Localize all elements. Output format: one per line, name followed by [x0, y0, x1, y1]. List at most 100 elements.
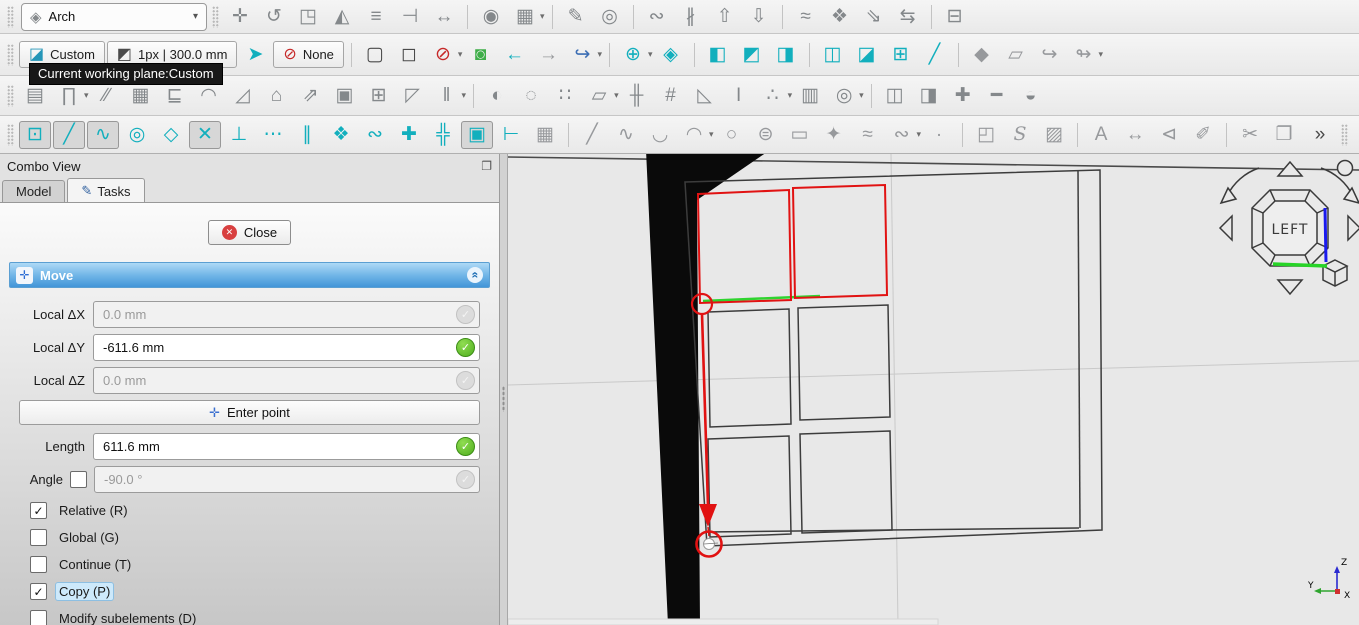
- add-component-icon[interactable]: ✚: [947, 82, 979, 110]
- section-plane-icon[interactable]: ◐: [481, 82, 513, 110]
- field-input[interactable]: [101, 306, 456, 323]
- 3d-viewport[interactable]: LEFT: [508, 154, 1359, 625]
- fence-icon[interactable]: #: [655, 82, 687, 110]
- box-selection-icon[interactable]: ◻: [393, 41, 425, 69]
- equipment-icon[interactable]: ▣: [329, 82, 361, 110]
- array-icon[interactable]: ▦: [509, 3, 541, 31]
- snap-center-icon[interactable]: ◎: [121, 121, 153, 149]
- checkbox-relativer[interactable]: ✓: [30, 502, 47, 519]
- scale-icon[interactable]: ◳: [292, 3, 324, 31]
- length-input[interactable]: [101, 438, 456, 455]
- rotate-icon[interactable]: ↺: [258, 3, 290, 31]
- remove-component-icon[interactable]: ━: [981, 82, 1013, 110]
- profile-icon[interactable]: I: [723, 82, 755, 110]
- apply-style-icon[interactable]: ➤: [239, 41, 271, 69]
- nav-back-icon[interactable]: ←: [498, 41, 530, 69]
- tab-model[interactable]: Model: [2, 180, 65, 202]
- panel-splitter[interactable]: [500, 154, 508, 625]
- zoom-icon[interactable]: ⊕: [617, 41, 649, 69]
- ellipse-icon[interactable]: ⊜: [750, 121, 782, 149]
- checkbox-globalg[interactable]: [30, 529, 47, 546]
- nav-cube-face-label[interactable]: LEFT: [1271, 222, 1308, 238]
- survey-icon[interactable]: ◒: [1015, 82, 1047, 110]
- upgrade-icon[interactable]: ⇧: [709, 3, 741, 31]
- toggle-grid-icon[interactable]: ▦: [529, 121, 561, 149]
- view-axonometric-icon[interactable]: ◈: [655, 41, 687, 69]
- material-icon[interactable]: ∴: [757, 82, 789, 110]
- group-icon[interactable]: ▱: [1000, 41, 1032, 69]
- drag-handle[interactable]: [212, 6, 219, 28]
- split-icon[interactable]: ∦: [675, 3, 707, 31]
- label-icon[interactable]: ⊲: [1153, 121, 1185, 149]
- hatch-icon[interactable]: ▨: [1038, 121, 1070, 149]
- curtain-wall-icon[interactable]: ▦: [125, 82, 157, 110]
- stairs-icon[interactable]: ∷: [549, 82, 581, 110]
- checkbox-copyp[interactable]: ✓: [30, 583, 47, 600]
- mirror-icon[interactable]: ◭: [326, 3, 358, 31]
- clone-icon[interactable]: ◉: [475, 3, 507, 31]
- wire-to-bspline-icon[interactable]: ≈: [790, 3, 822, 31]
- line-icon[interactable]: ╱: [576, 121, 608, 149]
- subelement-highlight-icon[interactable]: ◎: [594, 3, 626, 31]
- window-icon[interactable]: ⊞: [363, 82, 395, 110]
- measure-icon[interactable]: ╱: [919, 41, 951, 69]
- drag-handle[interactable]: [7, 6, 14, 28]
- fillet-icon[interactable]: ◡: [644, 121, 676, 149]
- snap-endpoint-icon[interactable]: ╱: [53, 121, 85, 149]
- snap-midpoint-icon[interactable]: ∿: [87, 121, 119, 149]
- snap-perpendicular-icon[interactable]: ⊥: [223, 121, 255, 149]
- link-navigate-icon[interactable]: ↪: [566, 41, 598, 69]
- point-icon[interactable]: ∙: [923, 121, 955, 149]
- view-top-icon[interactable]: ◩: [736, 41, 768, 69]
- view-left-icon[interactable]: ⊞: [885, 41, 917, 69]
- view-rear-icon[interactable]: ◫: [817, 41, 849, 69]
- angle-checkbox[interactable]: [70, 471, 87, 488]
- dimension-icon[interactable]: ↔: [1119, 121, 1151, 149]
- building-part-icon[interactable]: ⊑: [159, 82, 191, 110]
- checkbox-modifysubelementsd[interactable]: [30, 610, 47, 625]
- layer-icon[interactable]: ⊟: [939, 3, 971, 31]
- trimex-icon[interactable]: ⊣: [394, 3, 426, 31]
- cut-plane-icon[interactable]: ◫: [879, 82, 911, 110]
- field-input[interactable]: [101, 339, 456, 356]
- truss-icon[interactable]: ◺: [689, 82, 721, 110]
- building-plan-outline[interactable]: [685, 170, 1102, 546]
- space-icon[interactable]: ◌: [515, 82, 547, 110]
- arc-icon[interactable]: ◠: [678, 121, 710, 149]
- selection-view-icon[interactable]: ◙: [464, 41, 496, 69]
- workbench-selector[interactable]: ◈Arch▾: [21, 3, 207, 31]
- snap-special-icon[interactable]: ❖: [325, 121, 357, 149]
- collapse-panel-icon[interactable]: «: [467, 267, 483, 283]
- axis-icon[interactable]: ǁ: [431, 82, 463, 110]
- tab-tasks[interactable]: ✎Tasks: [67, 178, 144, 202]
- part-icon[interactable]: ◆: [966, 41, 998, 69]
- snap-grid-icon[interactable]: ╬: [427, 121, 459, 149]
- project-icon[interactable]: ◠: [193, 82, 225, 110]
- facebinder-icon[interactable]: ◰: [970, 121, 1002, 149]
- autogroup-button[interactable]: ⊘None: [273, 41, 343, 68]
- field-input[interactable]: [101, 372, 456, 389]
- bezier-icon[interactable]: ∾: [886, 121, 918, 149]
- snap-working-plane-icon[interactable]: ▣: [461, 121, 493, 149]
- panel-float-icon[interactable]: ❐: [481, 159, 492, 173]
- frame-icon[interactable]: ╫: [621, 82, 653, 110]
- flip-icon[interactable]: ⇆: [892, 3, 924, 31]
- black-wall-section[interactable]: [646, 154, 770, 625]
- wall-icon[interactable]: ▤: [19, 82, 51, 110]
- link-tools-icon[interactable]: ↬: [1068, 41, 1100, 69]
- macro-record-icon[interactable]: ●: [1353, 121, 1359, 149]
- shape-2dview-icon[interactable]: ❖: [824, 3, 856, 31]
- text-icon[interactable]: A: [1085, 121, 1117, 149]
- cut-line-icon[interactable]: ◨: [913, 82, 945, 110]
- drag-handle[interactable]: [1341, 124, 1348, 146]
- annotation-styles-icon[interactable]: ✐: [1187, 121, 1219, 149]
- pipe-icon[interactable]: ◎: [828, 82, 860, 110]
- rectangle-icon[interactable]: ▭: [784, 121, 816, 149]
- view-bottom-icon[interactable]: ◪: [851, 41, 883, 69]
- roof-icon[interactable]: ◸: [397, 82, 429, 110]
- selected-objects[interactable]: [698, 185, 887, 303]
- cut-icon[interactable]: ✂: [1234, 121, 1266, 149]
- snap-lock-icon[interactable]: ⊡: [19, 121, 51, 149]
- enter-point-button[interactable]: ✛ Enter point: [19, 400, 480, 425]
- move-icon[interactable]: ✛: [224, 3, 256, 31]
